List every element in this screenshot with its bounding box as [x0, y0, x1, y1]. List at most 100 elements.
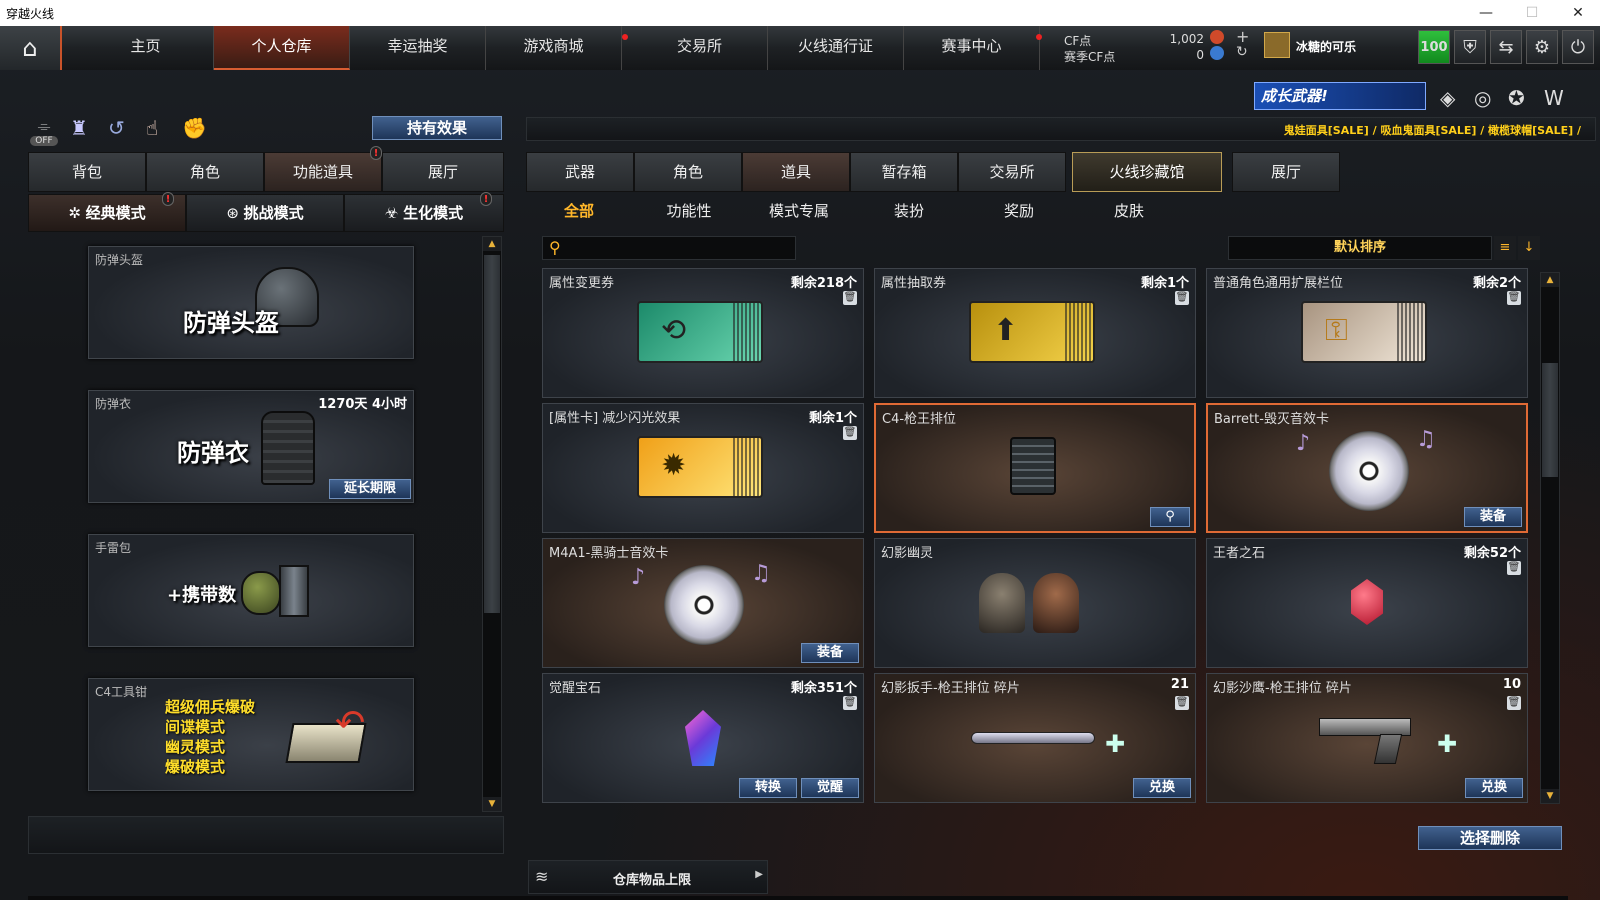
right-scrollbar[interactable]: ▲ ▼ — [1540, 272, 1560, 804]
tab-function-items[interactable]: 功能道具 — [264, 152, 382, 192]
power-icon[interactable]: ⏻ — [1562, 30, 1594, 64]
nav-tab-home[interactable]: 主页 — [78, 26, 214, 70]
toggle-off-icon[interactable]: ⌯ OFF — [30, 116, 58, 146]
growth-weapon-banner[interactable]: 成长武器! — [1254, 82, 1426, 110]
nav-tab-pass[interactable]: 火线通行证 — [768, 26, 904, 70]
nav-tab-lottery[interactable]: 幸运抽奖 — [350, 26, 486, 70]
redeem-button[interactable]: 兑换 — [1133, 778, 1191, 798]
season-cf-label: 赛季CF点 — [1064, 50, 1116, 64]
item-card[interactable]: 觉醒宝石 剩余351个 🗑 转换 觉醒 — [542, 673, 864, 803]
hand-icon[interactable]: ☝ — [146, 116, 158, 140]
mode-challenge[interactable]: ⊛ 挑战模式 — [186, 194, 344, 232]
item-card[interactable]: 属性变更券 剩余218个 🗑 ⟲ — [542, 268, 864, 398]
tab-backpack[interactable]: 背包 — [28, 152, 146, 192]
sort-down-icon[interactable]: ↓ — [1518, 236, 1540, 260]
nav-tab-events[interactable]: 赛事中心 — [904, 26, 1040, 70]
home-icon[interactable]: ⌂ — [0, 26, 62, 70]
rtab-character[interactable]: 角色 — [634, 152, 742, 192]
shield-icon[interactable]: ⛨ — [1454, 30, 1486, 64]
subtab-skin[interactable]: 皮肤 — [1076, 198, 1182, 224]
subtab-mode-exclusive[interactable]: 模式专属 — [746, 198, 852, 224]
rtab-showroom[interactable]: 展厅 — [1232, 152, 1340, 192]
trash-icon[interactable]: 🗑 — [1175, 696, 1189, 710]
history-icon[interactable]: ↺ — [108, 116, 125, 140]
close-button[interactable]: ✕ — [1556, 0, 1600, 26]
tab-showroom[interactable]: 展厅 — [382, 152, 504, 192]
refresh-icon[interactable]: ↻ — [1236, 44, 1248, 60]
trash-icon[interactable]: 🗑 — [1507, 291, 1521, 305]
gift-icon[interactable]: ♜ — [70, 116, 88, 140]
star-emblem-icon[interactable]: ✪ — [1508, 86, 1525, 110]
tab-character[interactable]: 角色 — [146, 152, 264, 192]
item-grenade-pack[interactable]: 手雷包 +携带数 — [88, 534, 414, 647]
rtab-collection[interactable]: 火线珍藏馆 — [1072, 152, 1222, 192]
item-name: [属性卡] 减少闪光效果 — [549, 411, 681, 426]
item-card[interactable]: 幻影幽灵 — [874, 538, 1196, 668]
subtab-dress[interactable]: 装扮 — [856, 198, 962, 224]
exchange-icon[interactable]: ⇆ — [1490, 30, 1522, 64]
item-card[interactable]: 普通角色通用扩展栏位 剩余2个 🗑 ⚿ — [1206, 268, 1528, 398]
inspect-button[interactable]: ⚲ — [1150, 507, 1190, 527]
hold-effect-button[interactable]: 持有效果 — [372, 116, 502, 140]
item-card[interactable]: C4-枪王排位 ⚲ — [874, 403, 1196, 533]
glove-icon[interactable]: ✊ — [182, 116, 207, 140]
item-vest[interactable]: 防弹衣 1270天 4小时 防弹衣 延长期限 — [88, 390, 414, 503]
rtab-items[interactable]: 道具 — [742, 152, 850, 192]
item-c4-pliers[interactable]: C4工具钳 超级佣兵爆破 间谍模式 幽灵模式 爆破模式 ↶ — [88, 678, 414, 791]
rtab-storage[interactable]: 暂存箱 — [850, 152, 958, 192]
scroll-up-arrow-icon[interactable]: ▲ — [1541, 273, 1559, 287]
scroll-thumb[interactable] — [484, 255, 500, 613]
expand-arrow-icon[interactable]: ▶ — [755, 869, 763, 880]
scroll-thumb[interactable] — [1542, 363, 1558, 477]
maximize-button[interactable]: ☐ — [1510, 0, 1554, 26]
trash-icon[interactable]: 🗑 — [843, 291, 857, 305]
trash-icon[interactable]: 🗑 — [843, 426, 857, 440]
badge-v-icon[interactable]: ◈ — [1440, 86, 1455, 110]
trash-icon[interactable]: 🗑 — [1507, 696, 1521, 710]
item-card[interactable]: 属性抽取券 剩余1个 🗑 ⬆ — [874, 268, 1196, 398]
item-helmet[interactable]: 防弹头盔 防弹头盔 — [88, 246, 414, 359]
rtab-weapons[interactable]: 武器 — [526, 152, 634, 192]
subtab-functional[interactable]: 功能性 — [636, 198, 742, 224]
scroll-up-arrow-icon[interactable]: ▲ — [483, 237, 501, 251]
sort-dropdown[interactable]: 默认排序 — [1228, 236, 1492, 260]
select-delete-button[interactable]: 选择删除 — [1418, 826, 1562, 850]
trash-icon[interactable]: 🗑 — [1507, 561, 1521, 575]
redeem-button[interactable]: 兑换 — [1465, 778, 1523, 798]
attribute-extract-ticket-icon: ⬆ — [969, 301, 1095, 363]
wing-icon[interactable]: W — [1544, 86, 1564, 110]
minimize-button[interactable]: — — [1464, 0, 1508, 26]
subtab-reward[interactable]: 奖励 — [966, 198, 1072, 224]
awaken-button[interactable]: 觉醒 — [801, 778, 859, 798]
item-card[interactable]: M4A1-黑骑士音效卡 ♪ ♫ 装备 — [542, 538, 864, 668]
extend-button[interactable]: 延长期限 — [329, 479, 411, 499]
search-input[interactable] — [569, 239, 789, 257]
nav-tab-trade[interactable]: 交易所 — [632, 26, 768, 70]
capacity-bar[interactable]: ≋ 仓库物品上限 ▶ — [528, 860, 768, 894]
list-view-icon[interactable]: ≡ — [1494, 236, 1516, 260]
subtab-all[interactable]: 全部 — [526, 198, 632, 224]
nav-tab-warehouse[interactable]: 个人仓库 — [214, 26, 350, 70]
equip-button[interactable]: 装备 — [801, 643, 859, 663]
item-card[interactable]: [属性卡] 减少闪光效果 剩余1个 🗑 ✹ — [542, 403, 864, 533]
rtab-trade[interactable]: 交易所 — [958, 152, 1066, 192]
scroll-down-arrow-icon[interactable]: ▼ — [483, 797, 501, 811]
gear-icon[interactable]: ⚙ — [1526, 30, 1558, 64]
sale-ticker[interactable]: 鬼娃面具[SALE] / 吸血鬼面具[SALE] / 橄榄球帽[SALE] / — [1284, 122, 1581, 138]
level-badge[interactable]: 100 — [1418, 30, 1450, 64]
item-card[interactable]: 王者之石 剩余52个 🗑 — [1206, 538, 1528, 668]
item-card[interactable]: 幻影沙鹰-枪王排位 碎片 10 🗑 ✚ 兑换 — [1206, 673, 1528, 803]
globe-icon[interactable]: ◎ — [1474, 86, 1491, 110]
left-scrollbar[interactable]: ▲ ▼ — [482, 236, 502, 812]
search-box[interactable]: ⚲ — [542, 236, 796, 260]
item-card[interactable]: 幻影扳手-枪王排位 碎片 21 🗑 ✚ 兑换 — [874, 673, 1196, 803]
item-card[interactable]: Barrett-毁灭音效卡 ♪ ♫ 装备 — [1206, 403, 1528, 533]
trash-icon[interactable]: 🗑 — [1175, 291, 1189, 305]
username[interactable]: 冰糖的可乐 — [1296, 38, 1356, 55]
convert-button[interactable]: 转换 — [739, 778, 797, 798]
equip-button[interactable]: 装备 — [1464, 507, 1522, 527]
nav-tab-shop[interactable]: 游戏商城 — [486, 26, 622, 70]
scroll-down-arrow-icon[interactable]: ▼ — [1541, 789, 1559, 803]
avatar[interactable] — [1264, 32, 1290, 58]
trash-icon[interactable]: 🗑 — [843, 696, 857, 710]
